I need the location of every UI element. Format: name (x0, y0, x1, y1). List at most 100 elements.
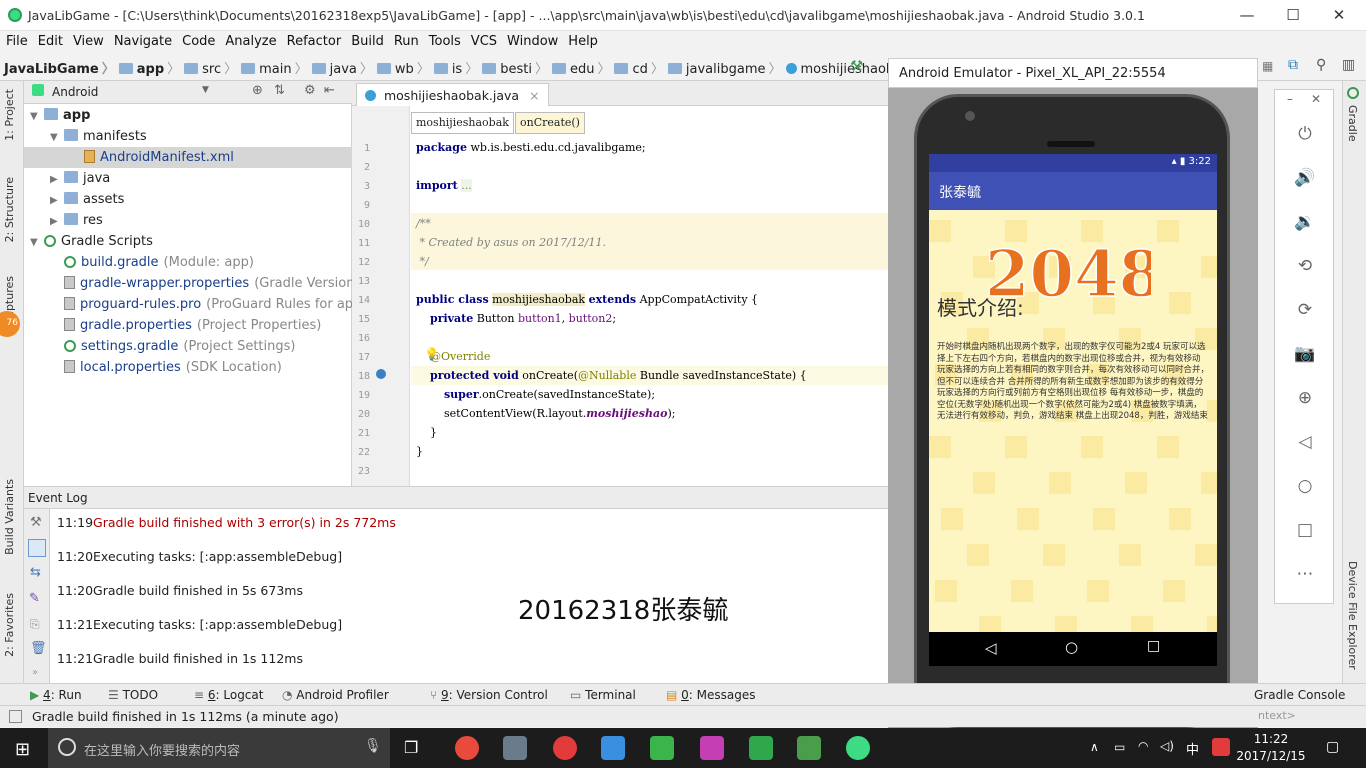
breadcrumb-item[interactable]: edu 〉 (551, 58, 610, 77)
gear-icon[interactable]: ⚙ (304, 83, 316, 98)
code-line[interactable]: public class moshijieshaobak extends App… (416, 293, 758, 306)
tree-item[interactable]: AndroidManifest.xml (24, 147, 352, 168)
notepad-icon[interactable] (797, 736, 821, 760)
tree-item[interactable]: ▼ manifests (50, 126, 147, 147)
override-marker-icon[interactable] (376, 369, 386, 379)
nav-recents-icon[interactable]: □ (1147, 638, 1160, 654)
scroll-icon[interactable]: ⇆ (30, 565, 41, 580)
volume-down-icon[interactable]: 🔉 (1293, 210, 1317, 234)
tree-item[interactable]: ▼ Gradle Scripts (30, 231, 153, 252)
menu-item-vcs[interactable]: VCS (465, 31, 501, 49)
menu-item-view[interactable]: View (67, 31, 108, 49)
project-tool-tab[interactable]: 1: Project (3, 89, 16, 141)
breadcrumb-item[interactable]: javalibgame 〉 (667, 58, 782, 77)
lightbulb-icon[interactable]: 💡 (424, 347, 439, 361)
intellij-icon[interactable] (700, 736, 724, 760)
zoom-icon[interactable]: ⊕ (1293, 386, 1317, 410)
bottom-tab[interactable]: ⑂ 9: Version Control (430, 688, 548, 702)
breadcrumb-item[interactable]: is 〉 (433, 58, 478, 77)
more-icon[interactable]: » (32, 667, 38, 678)
menu-item-build[interactable]: Build (345, 31, 388, 49)
breadcrumb-item[interactable]: moshijieshaobak〉 (785, 58, 888, 77)
code-line[interactable]: } (416, 426, 437, 439)
close-emulator-icon[interactable]: ✕ (1311, 92, 1321, 106)
minimize-emulator-icon[interactable]: – (1287, 92, 1293, 106)
chrome-icon[interactable] (455, 736, 479, 760)
taskbar-search[interactable]: 在这里输入你要搜索的内容 🎙 (48, 728, 390, 768)
device-file-explorer-tab[interactable]: Device File Explorer (1346, 561, 1359, 670)
rotate-left-icon[interactable]: ⟲ (1293, 254, 1317, 278)
class-breadcrumb[interactable]: moshijieshaobak (411, 112, 514, 134)
bottom-tab[interactable]: ≡ 6: Logcat (194, 688, 263, 702)
code-line[interactable]: protected void onCreate(@Nullable Bundle… (416, 369, 807, 382)
menu-item-refactor[interactable]: Refactor (281, 31, 346, 49)
code-line[interactable]: setContentView(R.layout.moshijieshao); (416, 407, 676, 420)
iqiyi-icon[interactable] (650, 736, 674, 760)
microphone-icon[interactable]: 🎙 (364, 738, 382, 754)
copy-icon[interactable]: ⎘ (30, 617, 40, 632)
tree-item[interactable]: ▼ app (30, 105, 90, 126)
tree-item[interactable]: ▶ res (50, 210, 103, 231)
search-icon[interactable]: ⚲ (1316, 57, 1326, 73)
netease-music-icon[interactable] (553, 736, 577, 760)
hide-icon[interactable]: ⇤ (324, 83, 335, 98)
device-monitor-icon[interactable]: ⧉ (1288, 57, 1298, 73)
sdk-manager-icon[interactable]: ▦ (1262, 59, 1273, 73)
menu-item-tools[interactable]: Tools (423, 31, 465, 49)
rotate-right-icon[interactable]: ⟳ (1293, 298, 1317, 322)
phone-screen[interactable]: ▴ ▮ 3:22 张泰毓 2048 模式介绍: 开始时棋盘内随机出现两个数字，出… (929, 154, 1217, 666)
taskbar-clock[interactable]: 11:22 2017/12/15 (1236, 731, 1306, 765)
gradle-console-tab[interactable]: Gradle Console (1254, 688, 1345, 702)
action-center-icon[interactable]: ▢ (1326, 739, 1339, 755)
breadcrumb-item[interactable]: java 〉 (311, 58, 373, 77)
back-icon[interactable]: ◁ (1293, 430, 1317, 454)
menu-item-run[interactable]: Run (388, 31, 423, 49)
expanded-arrow-icon[interactable]: ▼ (30, 106, 44, 127)
code-line[interactable]: /** (416, 217, 431, 230)
structure-tool-tab[interactable]: 2: Structure (3, 177, 16, 242)
menu-item-help[interactable]: Help (562, 31, 602, 49)
bottom-tab[interactable]: ▶ 4: Run (30, 688, 82, 702)
breadcrumb-item[interactable]: main 〉 (241, 58, 308, 77)
tree-item[interactable]: proguard-rules.pro (ProGuard Rules for ap… (50, 294, 366, 315)
layout-icon[interactable]: ▥ (1342, 57, 1355, 73)
delete-icon[interactable]: 🗑 (30, 641, 47, 656)
expanded-arrow-icon[interactable]: ▼ (30, 232, 44, 253)
menu-item-navigate[interactable]: Navigate (108, 31, 176, 49)
code-line[interactable]: package wb.is.besti.edu.cd.javalibgame; (416, 141, 646, 154)
favorites-tool-tab[interactable]: 2: Favorites (3, 593, 16, 657)
code-line[interactable]: private Button button1, button2; (416, 312, 616, 325)
nav-home-icon[interactable]: ○ (1065, 638, 1078, 656)
collapsed-arrow-icon[interactable]: ▶ (50, 169, 64, 190)
menu-item-code[interactable]: Code (176, 31, 219, 49)
breadcrumb-item[interactable]: JavaLibGame 〉 (4, 58, 115, 77)
sogou-icon[interactable] (1212, 738, 1230, 756)
build-variants-tool-tab[interactable]: Build Variants (3, 479, 16, 555)
gradle-tool-tab[interactable]: Gradle (1346, 105, 1359, 142)
bottom-tab[interactable]: ▭ Terminal (570, 688, 636, 702)
feather-app-icon[interactable] (601, 736, 625, 760)
make-project-icon[interactable]: ⚒ (850, 57, 863, 75)
tray-chevron-icon[interactable]: ∧ (1090, 740, 1099, 754)
target-icon[interactable]: ⊕ (252, 83, 263, 98)
menu-item-edit[interactable]: Edit (32, 31, 67, 49)
breadcrumb-item[interactable]: wb 〉 (376, 58, 430, 77)
chevron-down-icon[interactable]: ▼ (202, 85, 209, 95)
collapsed-arrow-icon[interactable]: ▶ (50, 211, 64, 232)
breadcrumb-item[interactable]: besti 〉 (482, 58, 548, 77)
code-line[interactable]: import ... (416, 179, 472, 192)
power-icon[interactable]: ⏻ (1293, 122, 1317, 146)
editor-tab-active[interactable]: moshijieshaobak.java × (356, 83, 549, 106)
menu-item-window[interactable]: Window (501, 31, 562, 49)
android-studio-taskbar-icon[interactable] (846, 736, 870, 760)
bottom-tab[interactable]: ▤ 0: Messages (666, 688, 756, 702)
more-icon[interactable]: ⋯ (1293, 562, 1317, 586)
overview-icon[interactable]: □ (1293, 518, 1317, 542)
collapsed-arrow-icon[interactable]: ▶ (50, 190, 64, 211)
bottom-tab[interactable]: ☰ TODO (108, 688, 158, 702)
maximize-button[interactable]: ☐ (1278, 4, 1308, 26)
menu-item-analyze[interactable]: Analyze (219, 31, 280, 49)
close-tab-icon[interactable]: × (529, 88, 539, 103)
minimize-button[interactable]: — (1232, 4, 1262, 26)
tree-item[interactable]: local.properties (SDK Location) (50, 357, 282, 378)
